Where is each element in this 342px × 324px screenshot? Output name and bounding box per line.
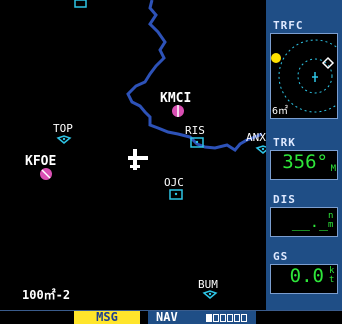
dis-readout: __._ nm <box>270 207 338 237</box>
waypoint-label-kfoe[interactable]: KFOE <box>25 155 56 168</box>
gs-value: 0.0 <box>289 265 324 287</box>
signal-segment <box>206 314 212 322</box>
vor-anx-icon <box>255 145 266 154</box>
trk-unit: M <box>330 164 336 174</box>
signal-segment <box>220 314 226 322</box>
waypoint-label-ojc[interactable]: OJC <box>164 177 184 188</box>
signal-segment <box>227 314 233 322</box>
waypoint-label-bum[interactable]: BUM <box>198 279 218 290</box>
trk-readout: 356° M <box>270 150 338 180</box>
nav-annunciator: NAV <box>148 311 256 324</box>
msg-annunciator[interactable]: MSG <box>74 311 140 324</box>
map-scale-readout: 100㎡-2 <box>22 288 71 302</box>
waypoint-label-top[interactable]: TOP <box>53 123 73 134</box>
traffic-range-label: 6㎡ <box>272 106 289 117</box>
moving-map[interactable]: KMCI KFOE TOP RIS ANX OJC BUM 100㎡-2 <box>0 0 266 310</box>
gs-unit: kt <box>329 266 335 285</box>
aircraft-icon <box>128 149 148 170</box>
traffic-target-icon <box>271 53 281 63</box>
signal-segment <box>213 314 219 322</box>
trfc-title: TRFC <box>273 19 304 32</box>
data-side-panel: TRFC 6㎡ TRK 356° M DIS __._ nm GS 0.0 kt <box>266 0 342 310</box>
vor-bum-icon <box>202 290 218 299</box>
traffic-display[interactable]: 6㎡ <box>270 33 342 119</box>
gs-readout: 0.0 kt <box>270 264 338 294</box>
gps-screen: KMCI KFOE TOP RIS ANX OJC BUM 100㎡-2 TRF… <box>0 0 342 324</box>
gs-title: GS <box>273 250 289 263</box>
vor-icon-top <box>74 0 87 8</box>
status-bar: MSG NAV <box>0 310 342 324</box>
trk-value: 356° <box>282 151 328 173</box>
dis-title: DIS <box>273 193 296 206</box>
dis-value: __._ <box>291 213 328 231</box>
nav-label: NAV <box>156 310 178 324</box>
trk-title: TRK <box>273 136 296 149</box>
vor-top-icon <box>56 135 72 144</box>
dis-unit: nm <box>328 211 334 230</box>
waypoint-label-anx[interactable]: ANX <box>246 132 266 143</box>
waypoint-label-ris[interactable]: RIS <box>185 125 205 136</box>
ownship-icon <box>312 72 318 82</box>
signal-segment <box>234 314 240 322</box>
waypoint-label-kmci[interactable]: KMCI <box>160 92 191 105</box>
signal-segment <box>241 314 247 322</box>
traffic-diamond-icon <box>321 56 335 70</box>
